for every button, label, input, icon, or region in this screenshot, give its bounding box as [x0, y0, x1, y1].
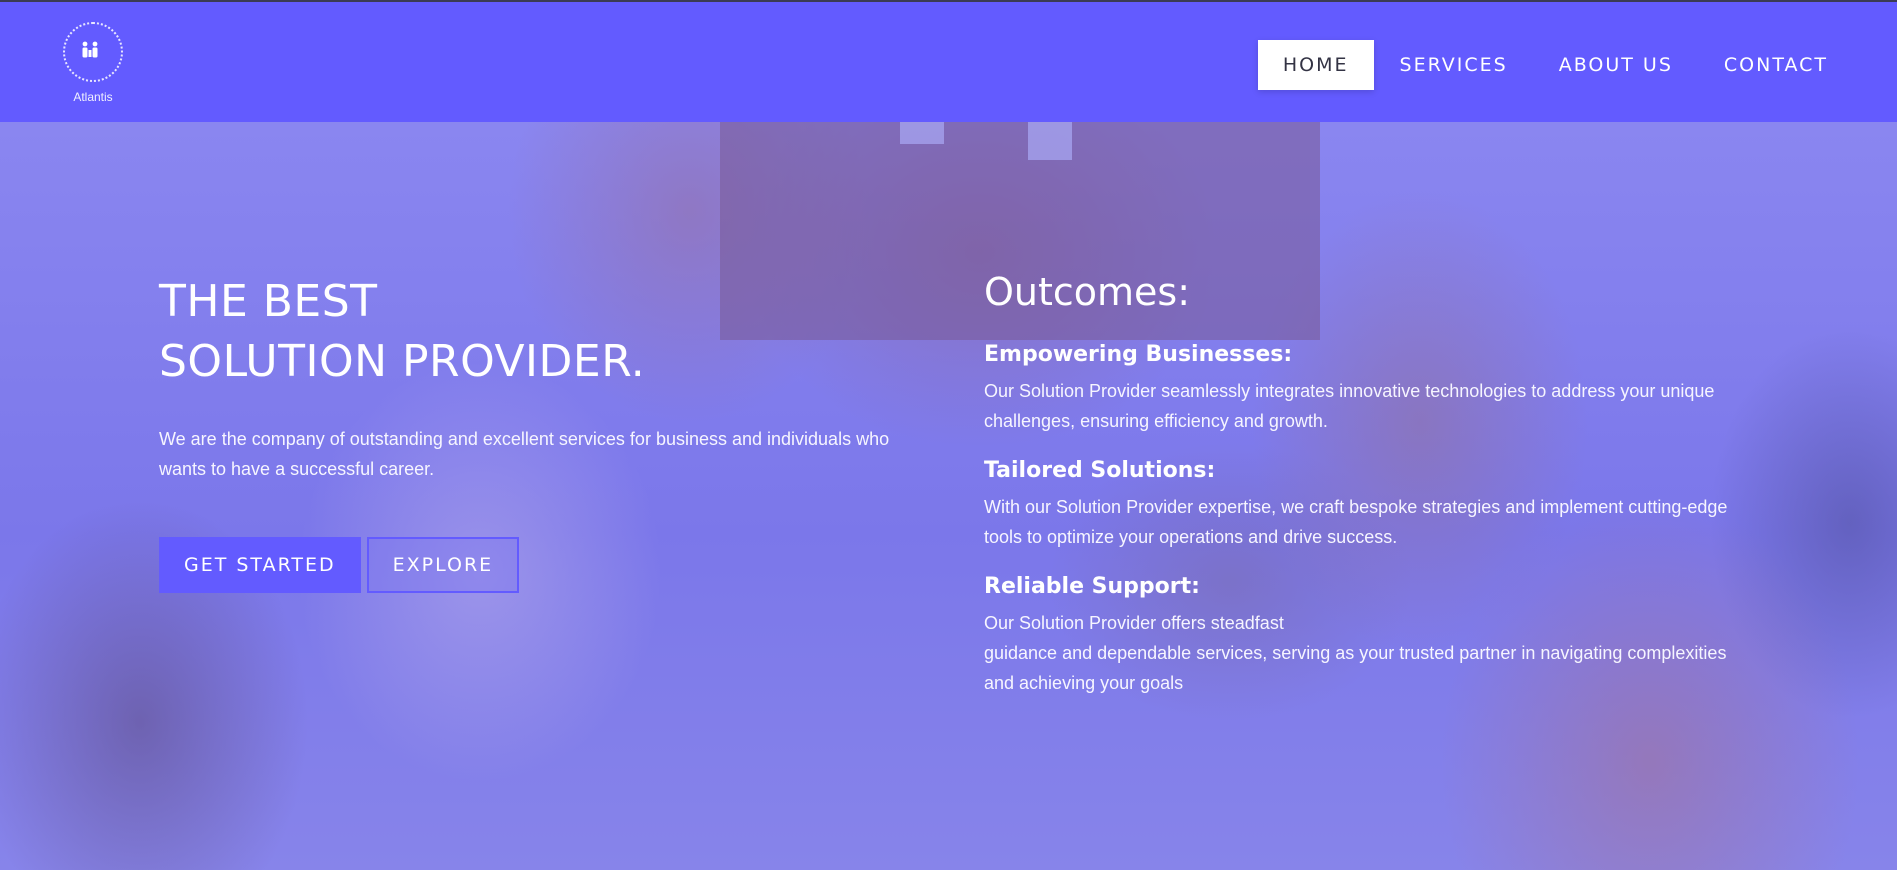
hero-intro: We are the company of outstanding and ex…: [159, 429, 890, 479]
hero-headline-line1: THE BEST: [159, 276, 378, 327]
people-icon: [82, 41, 98, 58]
outcome-item: Empowering Businesses: Our Solution Prov…: [984, 340, 1754, 436]
brand-name: Atlantis: [73, 90, 113, 104]
background-note: [900, 122, 944, 144]
outcome-text: Our Solution Provider seamlessly integra…: [984, 381, 1715, 431]
nav-contact[interactable]: CONTACT: [1699, 40, 1853, 90]
outcome-item: Reliable Support: Our Solution Provider …: [984, 572, 1754, 698]
hero-headline-line2: SOLUTION PROVIDER.: [159, 336, 646, 387]
outcome-title: Tailored Solutions:: [984, 458, 1216, 483]
nav-about-us[interactable]: ABOUT US: [1534, 40, 1698, 90]
outcomes-panel: Outcomes: Empowering Businesses: Our Sol…: [984, 266, 1754, 698]
outcome-text: With our Solution Provider expertise, we…: [984, 497, 1728, 547]
hero-left-column: THE BEST SOLUTION PROVIDER. We are the c…: [159, 272, 919, 484]
outcome-text: Our Solution Provider offers steadfast g…: [984, 608, 1754, 698]
outcome-text-line1: Our Solution Provider offers steadfast: [984, 613, 1284, 633]
outcome-title: Reliable Support:: [984, 574, 1200, 599]
outcome-text-line2: guidance and dependable services, servin…: [984, 643, 1727, 693]
background-note: [1028, 122, 1072, 160]
explore-button[interactable]: EXPLORE: [366, 537, 520, 593]
main-nav: HOME SERVICES ABOUT US CONTACT: [1257, 40, 1853, 90]
site-header: Atlantis HOME SERVICES ABOUT US CONTACT: [0, 2, 1897, 122]
nav-services[interactable]: SERVICES: [1375, 40, 1533, 90]
outcome-item: Tailored Solutions: With our Solution Pr…: [984, 456, 1754, 552]
outcome-title: Empowering Businesses:: [984, 342, 1293, 367]
hero-actions: GET STARTED EXPLORE: [159, 537, 520, 593]
get-started-button[interactable]: GET STARTED: [159, 537, 361, 593]
outcomes-title: Outcomes:: [984, 270, 1191, 314]
hero-headline: THE BEST SOLUTION PROVIDER.: [159, 272, 919, 392]
brand-logo[interactable]: Atlantis: [60, 22, 126, 110]
nav-home[interactable]: HOME: [1257, 40, 1374, 90]
